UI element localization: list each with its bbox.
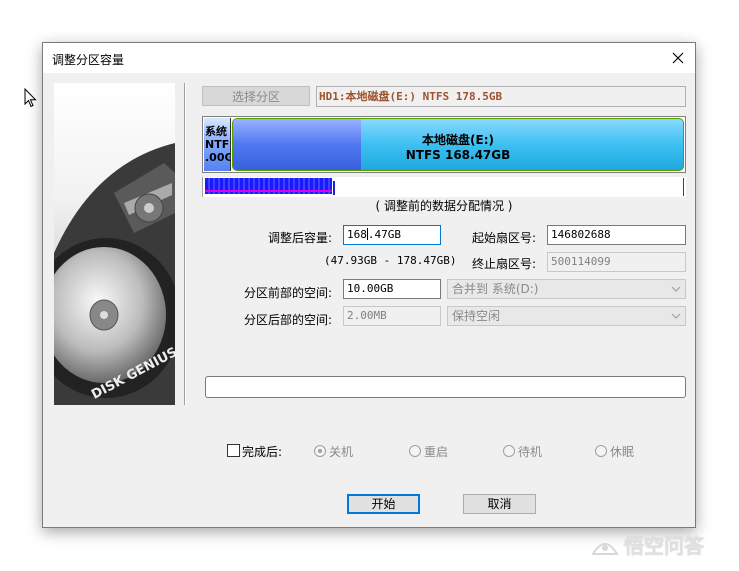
start-sector-label: 起始扇区号: bbox=[472, 231, 537, 245]
new-size-value-part2: .47GB bbox=[367, 228, 401, 241]
local-disk-partition-block[interactable]: 本地磁盘(E:) NTFS 168.47GB bbox=[232, 118, 684, 171]
sys-partition-name: 系统 bbox=[205, 125, 227, 138]
mouse-cursor-icon bbox=[24, 88, 37, 108]
chevron-down-icon bbox=[671, 286, 681, 292]
radio-standby-label: 待机 bbox=[518, 445, 543, 459]
system-partition-block[interactable]: 系统 NTFS .00G bbox=[204, 118, 231, 171]
start-button[interactable]: 开始 bbox=[347, 494, 420, 514]
front-space-input[interactable]: 10.00GB bbox=[343, 279, 441, 299]
distribution-caption: ( 调整前的数据分配情况 ) bbox=[375, 199, 513, 213]
disk-partition-map: 系统 NTFS .00G 本地磁盘(E:) NTFS 168.47GB bbox=[202, 116, 686, 173]
after-complete-label: 完成后: bbox=[242, 445, 283, 459]
new-size-value-part1: 168 bbox=[347, 228, 367, 241]
local-partition-name: 本地磁盘(E:) bbox=[422, 133, 494, 147]
end-sector-label: 终止扇区号: bbox=[472, 257, 537, 271]
cancel-button[interactable]: 取消 bbox=[463, 494, 536, 514]
radio-standby[interactable] bbox=[503, 445, 515, 457]
close-icon[interactable] bbox=[661, 43, 695, 73]
sys-partition-fs: NTFS bbox=[205, 138, 230, 151]
data-distribution-bar bbox=[202, 177, 686, 197]
new-size-input[interactable]: 168.47GB bbox=[343, 225, 441, 245]
rear-space-input: 2.00MB bbox=[343, 306, 441, 326]
watermark-logo-icon bbox=[591, 543, 619, 555]
radio-hibernate-label: 休眠 bbox=[610, 445, 635, 459]
end-sector-input: 500114099 bbox=[547, 252, 686, 272]
front-space-action-value: 合并到 系统(D:) bbox=[452, 282, 539, 296]
hard-disk-image: DISK GENIUS bbox=[54, 143, 175, 405]
chevron-down-icon bbox=[671, 313, 681, 319]
partition-end-marker bbox=[683, 178, 684, 196]
select-partition-button[interactable]: 选择分区 bbox=[202, 86, 310, 106]
resize-partition-dialog: 调整分区容量 DISK GENIUS 选择分区 HD1:本地磁盘(E:) NTF… bbox=[42, 42, 696, 528]
used-data-marker bbox=[333, 181, 335, 195]
used-data-segment bbox=[205, 178, 332, 194]
size-range-hint: (47.93GB - 178.47GB) bbox=[324, 254, 457, 267]
disk-genius-art: DISK GENIUS bbox=[54, 83, 175, 405]
vertical-separator bbox=[184, 83, 186, 405]
radio-shutdown-label: 关机 bbox=[329, 445, 354, 459]
sys-partition-size: .00G bbox=[205, 151, 231, 164]
rear-space-label: 分区后部的空间: bbox=[244, 313, 333, 327]
new-size-label: 调整后容量: bbox=[268, 231, 333, 245]
radio-restart[interactable] bbox=[409, 445, 421, 457]
radio-restart-label: 重启 bbox=[424, 445, 449, 459]
front-space-action-select[interactable]: 合并到 系统(D:) bbox=[447, 279, 686, 299]
disk-info-label: HD1:本地磁盘(E:) NTFS 178.5GB bbox=[316, 86, 686, 107]
radio-hibernate[interactable] bbox=[595, 445, 607, 457]
front-space-label: 分区前部的空间: bbox=[244, 286, 333, 300]
watermark-text: 悟空问答 bbox=[624, 534, 704, 558]
title-bar: 调整分区容量 bbox=[43, 43, 695, 73]
local-partition-fs-size: NTFS 168.47GB bbox=[405, 148, 511, 162]
dialog-title: 调整分区容量 bbox=[52, 53, 125, 67]
start-sector-input[interactable]: 146802688 bbox=[547, 225, 686, 245]
progress-bar bbox=[205, 376, 686, 398]
rear-space-action-select[interactable]: 保持空闲 bbox=[447, 306, 686, 326]
after-complete-checkbox[interactable] bbox=[227, 444, 240, 457]
radio-shutdown[interactable] bbox=[314, 445, 326, 457]
rear-space-action-value: 保持空闲 bbox=[452, 309, 501, 323]
